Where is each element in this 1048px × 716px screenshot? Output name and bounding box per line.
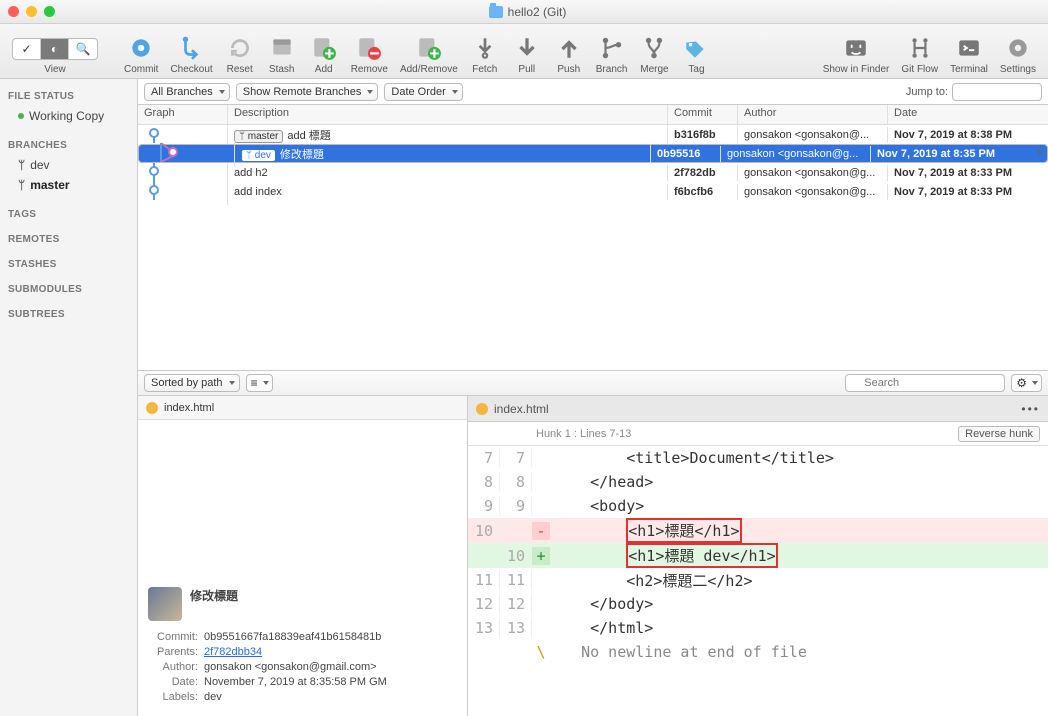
sidebar-heading-filestatus: FILE STATUS (8, 91, 137, 102)
sidebar-branch-master[interactable]: ᛘ master (8, 175, 137, 195)
diff-more-icon[interactable]: ••• (1021, 402, 1040, 416)
main-toolbar: ✓ ◐ 🔍 View Commit Checkout Reset Stash A… (0, 24, 1048, 79)
diff-pane: index.html ••• Hunk 1 : Lines 7-13 Rever… (468, 396, 1048, 716)
commit-details: 修改標題 Commit:0b9551667fa18839eaf41b615848… (138, 577, 467, 716)
show-remote-select[interactable]: Show Remote Branches (236, 83, 379, 101)
push-button[interactable]: Push (548, 28, 590, 75)
view-segmented[interactable]: ✓ ◐ 🔍 View (6, 28, 104, 75)
col-commit-header[interactable]: Commit (668, 105, 738, 124)
col-date-header[interactable]: Date (888, 105, 1048, 124)
table-header: Graph Description Commit Author Date (138, 105, 1048, 125)
commit-message: 修改標題 (190, 587, 238, 604)
file-name: index.html (164, 402, 214, 414)
file-item[interactable]: index.html (138, 396, 467, 420)
branch-button[interactable]: Branch (590, 28, 634, 75)
commit-row[interactable]: add h22f782dbgonsakon <gonsakon@g...Nov … (138, 163, 1048, 182)
file-list-pane: index.html 修改標題 Commit:0b9551667fa18839e… (138, 396, 468, 716)
commit-row[interactable]: add indexf6bcfb6gonsakon <gonsakon@g...N… (138, 182, 1048, 201)
pull-button[interactable]: Pull (506, 28, 548, 75)
search-input[interactable] (845, 374, 1005, 392)
commit-list: Graph Description Commit Author Date ᛘ m… (138, 105, 1048, 370)
jump-to-input[interactable] (952, 83, 1042, 101)
sidebar-heading-branches: BRANCHES (8, 140, 137, 151)
modified-file-icon (146, 402, 158, 414)
checkout-button[interactable]: Checkout (164, 28, 218, 75)
diff-code[interactable]: 77 <title>Document</title>88 </head>99 <… (468, 446, 1048, 716)
commit-hash: 0b9551667fa18839eaf41b6158481b (204, 631, 381, 643)
sidebar-heading-remotes[interactable]: REMOTES (8, 234, 137, 245)
branch-icon: ᛘ (18, 178, 25, 192)
sidebar-branch-dev[interactable]: ᛘ dev (8, 155, 137, 175)
window-titlebar: hello2 (Git) (0, 0, 1048, 24)
fetch-button[interactable]: Fetch (464, 28, 506, 75)
git-flow-button[interactable]: Git Flow (895, 28, 944, 75)
folder-icon (489, 6, 503, 18)
col-graph-header[interactable]: Graph (138, 105, 228, 124)
show-in-finder-button[interactable]: Show in Finder (817, 28, 896, 75)
modified-file-icon (476, 403, 488, 415)
commit-author: gonsakon <gonsakon@gmail.com> (204, 661, 377, 673)
col-desc-header[interactable]: Description (228, 105, 668, 124)
tag-button[interactable]: Tag (675, 28, 717, 75)
sidebar-heading-tags[interactable]: TAGS (8, 209, 137, 220)
parent-hash-link[interactable]: 2f782dbb34 (204, 646, 262, 658)
hunk-header: Hunk 1 : Lines 7-13 Reverse hunk (468, 422, 1048, 446)
add-remove-button[interactable]: Add/Remove (394, 28, 464, 75)
branch-icon: ᛘ (18, 158, 25, 172)
filter-bar: All Branches Show Remote Branches Date O… (138, 79, 1048, 105)
settings-button[interactable]: Settings (994, 28, 1042, 75)
sorted-by-select[interactable]: Sorted by path (144, 374, 240, 392)
commit-row[interactable]: ᛘ masteradd 標題b316f8bgonsakon <gonsakon@… (138, 125, 1048, 144)
commit-date: November 7, 2019 at 8:35:58 PM GM (204, 676, 387, 688)
author-avatar (148, 587, 182, 621)
diff-file-tab: index.html ••• (468, 396, 1048, 422)
terminal-button[interactable]: Terminal (944, 28, 994, 75)
sidebar-heading-submodules[interactable]: SUBMODULES (8, 284, 137, 295)
window-title: hello2 (Git) (508, 5, 567, 19)
zoom-window-button[interactable] (44, 6, 55, 17)
diff-file-name: index.html (494, 402, 549, 416)
view-search-icon[interactable]: 🔍 (69, 39, 97, 59)
status-dot-icon (18, 113, 24, 119)
bottom-toolbar: Sorted by path ≡ ⚙ (138, 370, 1048, 396)
date-order-select[interactable]: Date Order (384, 83, 462, 101)
commit-labels: dev (204, 691, 222, 703)
hunk-label: Hunk 1 : Lines 7-13 (536, 428, 631, 440)
add-button[interactable]: Add (303, 28, 345, 75)
list-view-toggle[interactable]: ≡ (246, 374, 273, 392)
stash-button[interactable]: Stash (261, 28, 303, 75)
merge-button[interactable]: Merge (633, 28, 675, 75)
jump-to-label: Jump to: (906, 86, 948, 98)
view-history-icon[interactable]: ◐ (41, 39, 69, 59)
sidebar-heading-stashes[interactable]: STASHES (8, 259, 137, 270)
commit-row[interactable]: ᛘ dev修改標題0b95516gonsakon <gonsakon@g...N… (138, 144, 1048, 163)
traffic-lights (8, 6, 55, 17)
view-label: View (44, 64, 66, 75)
sidebar-heading-subtrees[interactable]: SUBTREES (8, 309, 137, 320)
bottom-panel: Sorted by path ≡ ⚙ index.html 修改標題 Commi… (138, 370, 1048, 716)
reset-button[interactable]: Reset (219, 28, 261, 75)
close-window-button[interactable] (8, 6, 19, 17)
sidebar: FILE STATUS Working Copy BRANCHES ᛘ dev … (0, 79, 138, 716)
remove-button[interactable]: Remove (345, 28, 394, 75)
reverse-hunk-button[interactable]: Reverse hunk (958, 426, 1040, 442)
col-author-header[interactable]: Author (738, 105, 888, 124)
minimize-window-button[interactable] (26, 6, 37, 17)
commit-button[interactable]: Commit (118, 28, 164, 75)
sidebar-item-working-copy[interactable]: Working Copy (8, 106, 137, 126)
all-branches-select[interactable]: All Branches (144, 83, 230, 101)
diff-options-menu[interactable]: ⚙ (1011, 374, 1042, 392)
view-commit-icon[interactable]: ✓ (13, 39, 41, 59)
